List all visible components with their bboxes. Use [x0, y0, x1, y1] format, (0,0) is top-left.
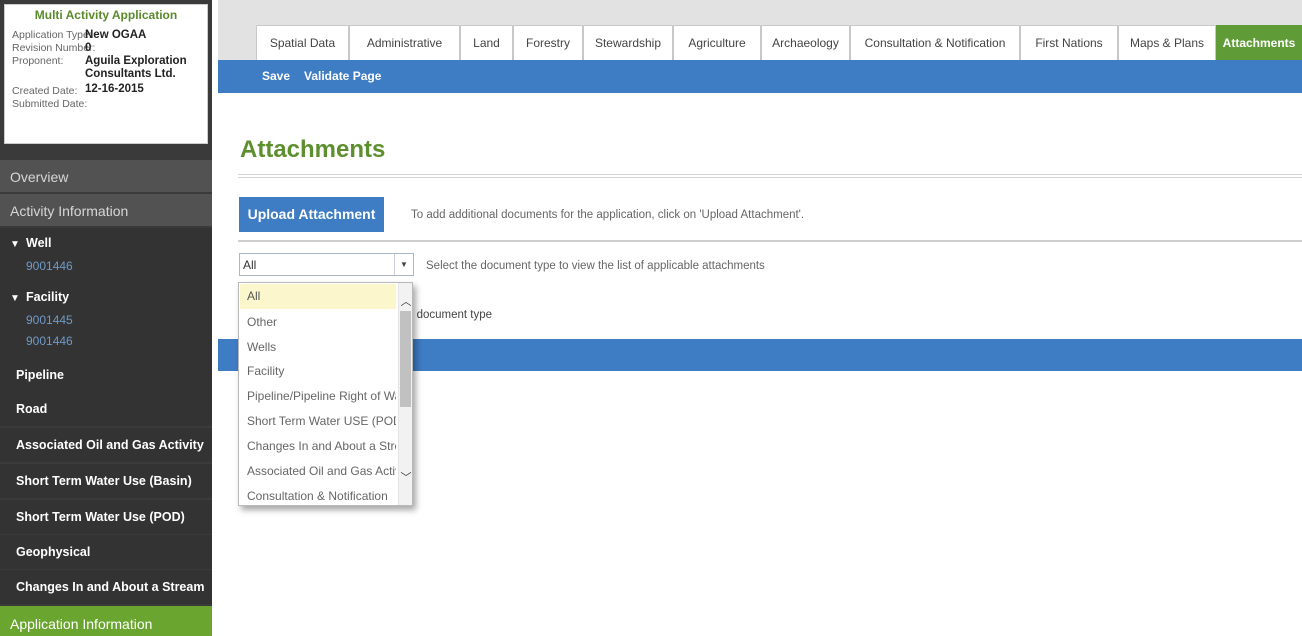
nav-geophysical[interactable]: Geophysical	[0, 535, 212, 569]
document-type-select-value: All	[243, 258, 257, 272]
page-title: Attachments	[240, 136, 386, 163]
tab-consultation-notification[interactable]: Consultation & Notification	[850, 25, 1020, 60]
option-short-term-water-pod[interactable]: Short Term Water USE (POD)	[240, 409, 396, 434]
scrollbar-thumb[interactable]	[400, 311, 411, 407]
proponent-value-2: Consultants Ltd.	[85, 68, 176, 80]
nav-activity-information[interactable]: Activity Information	[0, 194, 212, 226]
revision-number-value: 0	[85, 42, 92, 54]
tab-first-nations[interactable]: First Nations	[1020, 25, 1118, 60]
option-facility[interactable]: Facility	[240, 359, 396, 384]
tab-land[interactable]: Land	[460, 25, 513, 60]
dropdown-scrollbar[interactable]: ︿ ﹀	[398, 283, 412, 505]
caret-down-icon[interactable]: ▼	[10, 239, 20, 250]
document-type-select[interactable]: All ▼	[239, 253, 414, 276]
tab-attachments[interactable]: Attachments	[1216, 25, 1302, 60]
chevron-up-icon[interactable]: ︿	[399, 295, 412, 309]
option-pipeline[interactable]: Pipeline/Pipeline Right of Way)	[240, 384, 396, 409]
facility-link-9001446[interactable]: 9001446	[26, 334, 73, 348]
divider	[238, 177, 1302, 178]
submitted-date-row: Submitted Date:	[12, 98, 88, 110]
nav-short-term-water-pod[interactable]: Short Term Water Use (POD)	[0, 500, 212, 534]
option-wells[interactable]: Wells	[240, 335, 396, 360]
dropdown-arrow-icon[interactable]: ▼	[394, 254, 413, 275]
application-card-title: Multi Activity Application	[34, 8, 178, 22]
option-associated-oil-gas[interactable]: Associated Oil and Gas Activity	[240, 459, 396, 484]
option-changes-stream[interactable]: Changes In and About a Stream	[240, 434, 396, 459]
sidebar: Multi Activity Application Application T…	[0, 0, 212, 636]
tab-administrative[interactable]: Administrative	[349, 25, 460, 60]
tab-maps-plans[interactable]: Maps & Plans	[1118, 25, 1216, 60]
chevron-down-icon[interactable]: ﹀	[399, 471, 412, 485]
facility-link-9001445[interactable]: 9001445	[26, 313, 73, 327]
created-date-row: Created Date: 12-16-2015	[12, 83, 144, 97]
nav-application-information[interactable]: Application Information	[0, 606, 212, 636]
nav-overview[interactable]: Overview	[0, 160, 212, 192]
caret-down-icon[interactable]: ▼	[10, 293, 20, 304]
upload-help-text: To add additional documents for the appl…	[411, 209, 805, 221]
divider	[238, 240, 1302, 242]
tab-bar: Spatial Data Administrative Land Forestr…	[218, 0, 1302, 60]
option-all[interactable]: All	[240, 284, 396, 309]
toolbar: Save Validate Page	[218, 60, 1302, 93]
nav-facility[interactable]: Facility	[26, 290, 69, 304]
application-type-row: Application Type: New OGAA	[12, 29, 147, 41]
proponent-value: Aguila Exploration	[85, 55, 187, 67]
document-type-dropdown-list[interactable]: All Other Wells Facility Pipeline/Pipeli…	[238, 282, 413, 506]
well-link-9001446[interactable]: 9001446	[26, 259, 73, 273]
application-type-value: New OGAA	[85, 29, 147, 41]
save-button[interactable]: Save	[262, 60, 290, 93]
option-consultation-notification[interactable]: Consultation & Notification	[240, 484, 396, 505]
tab-stewardship[interactable]: Stewardship	[583, 25, 673, 60]
application-summary-card: Multi Activity Application Application T…	[4, 4, 208, 144]
nav-pipeline[interactable]: Pipeline	[0, 358, 212, 392]
revision-number-row: Revision Number: 0	[12, 42, 96, 54]
nav-facility-group: ▼ Facility 9001445 9001446	[0, 284, 212, 358]
tab-forestry[interactable]: Forestry	[513, 25, 583, 60]
nav-well[interactable]: Well	[26, 236, 51, 250]
tab-spatial-data[interactable]: Spatial Data	[256, 25, 349, 60]
nav-well-group: ▼ Well 9001446	[0, 228, 212, 284]
nav-road[interactable]: Road	[0, 392, 212, 426]
option-other[interactable]: Other	[240, 310, 396, 335]
proponent-row: Proponent: Aguila Exploration	[12, 55, 187, 67]
nav-changes-stream[interactable]: Changes In and About a Stream	[0, 570, 212, 604]
created-date-value: 12-16-2015	[85, 83, 144, 95]
document-type-text: d document type	[407, 309, 493, 321]
divider	[238, 174, 1302, 175]
validate-page-button[interactable]: Validate Page	[304, 60, 381, 93]
upload-attachment-button[interactable]: Upload Attachment	[239, 197, 384, 232]
select-help-text: Select the document type to view the lis…	[426, 260, 765, 272]
tab-agriculture[interactable]: Agriculture	[673, 25, 761, 60]
nav-short-term-water-basin[interactable]: Short Term Water Use (Basin)	[0, 464, 212, 498]
tab-archaeology[interactable]: Archaeology	[761, 25, 850, 60]
nav-associated-oil-gas[interactable]: Associated Oil and Gas Activity	[0, 428, 212, 462]
